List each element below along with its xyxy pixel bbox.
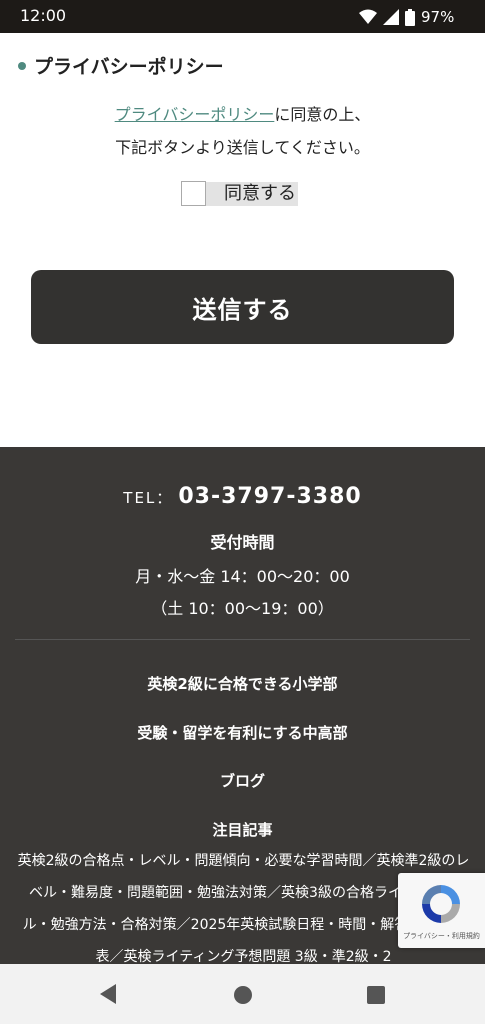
footer-divider (15, 639, 470, 640)
section-title: プライバシーポリシー (18, 52, 224, 79)
recaptcha-icon (422, 885, 460, 923)
status-bar: 12:00 97% (0, 0, 485, 33)
agree-checkbox-row[interactable]: 同意する (181, 181, 298, 206)
battery-icon (405, 8, 415, 26)
bullet-icon (18, 61, 26, 70)
home-icon[interactable] (234, 986, 252, 1004)
privacy-notice-line1: プライバシーポリシーに同意の上、 (0, 101, 485, 125)
footer-featured-heading: 注目記事 (212, 821, 273, 839)
signal-icon (383, 9, 399, 25)
privacy-notice-line2: 下記ボタンより送信してください。 (115, 138, 370, 157)
hours-weekday: 月・水〜金 14：00〜20：00 (135, 567, 350, 586)
footer-link-blog[interactable]: ブログ (0, 770, 485, 791)
agree-checkbox[interactable] (181, 181, 206, 206)
recaptcha-text[interactable]: プライバシー・利用規約 (398, 931, 485, 941)
notice-line1-text: に同意の上、 (274, 105, 371, 124)
android-nav-bar (0, 964, 485, 1024)
status-time: 12:00 (20, 6, 67, 25)
privacy-policy-link[interactable]: プライバシーポリシー (115, 105, 275, 124)
footer-link-elementary[interactable]: 英検2級に合格できる小学部 (0, 673, 485, 694)
agree-label[interactable]: 同意する (206, 181, 298, 206)
hours-saturday: （土 10：00〜19：00） (151, 599, 334, 618)
hours-title: 受付時間 (210, 533, 275, 552)
back-icon[interactable] (100, 984, 116, 1004)
recents-icon[interactable] (367, 986, 385, 1004)
section-title-text: プライバシーポリシー (34, 56, 224, 78)
wifi-icon (359, 9, 377, 24)
submit-button[interactable]: 送信する (31, 270, 454, 344)
status-icons: 97% (359, 8, 454, 26)
battery-percent: 97% (421, 8, 455, 26)
tel-label: TEL： (123, 489, 174, 507)
footer-tel: TEL： 03-3797-3380 (0, 484, 485, 509)
recaptcha-badge[interactable]: プライバシー・利用規約 (398, 873, 485, 948)
footer-link-secondary[interactable]: 受験・留学を有利にする中高部 (0, 722, 485, 743)
tel-number[interactable]: 03-3797-3380 (178, 484, 361, 509)
